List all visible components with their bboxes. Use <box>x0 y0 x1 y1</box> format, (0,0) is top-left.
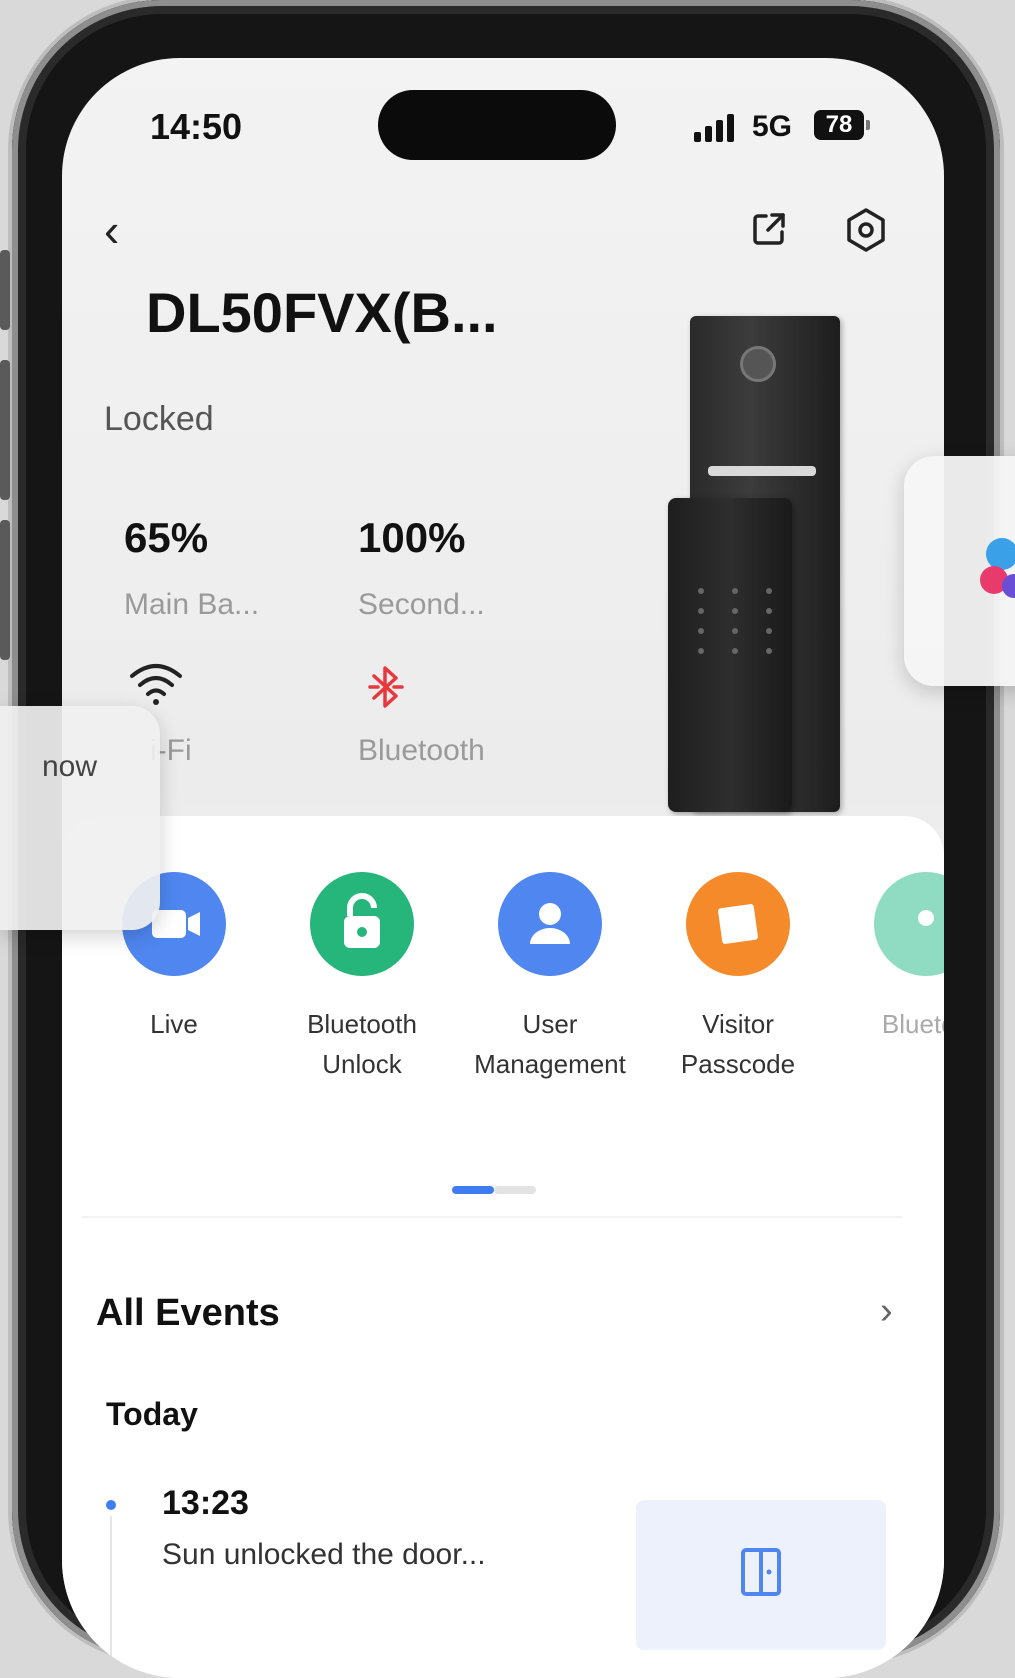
unlock-icon <box>310 872 414 976</box>
smart-lock-keypad-panel <box>668 498 792 812</box>
lock-light-strip <box>708 466 816 476</box>
phone-screen: 14:50 5G 78 ‹ DL50FVX(B... Locked 65% Ma… <box>62 58 944 1678</box>
device-controls-card: Live Bluetooth Unlock User Management Vi… <box>62 816 944 1678</box>
status-time: 14:50 <box>150 106 243 147</box>
battery-icon: 78 <box>814 110 864 140</box>
network-type: 5G <box>752 110 793 143</box>
lock-keypad <box>690 588 780 654</box>
notification-overlay[interactable]: now <box>0 706 160 930</box>
bluetooth-key-icon <box>874 872 944 976</box>
event-time: 13:23 <box>162 1484 249 1522</box>
action-user-management-label: User Management <box>474 1009 626 1079</box>
phone-side-button <box>0 360 10 500</box>
passcode-card-icon <box>686 872 790 976</box>
event-description[interactable]: Sun unlocked the door... <box>162 1538 486 1572</box>
action-bluetooth-key-label: Bluetod <box>881 1009 944 1039</box>
action-bluetooth-unlock-label: Bluetooth Unlock <box>307 1009 417 1079</box>
event-thumbnail[interactable] <box>636 1500 886 1650</box>
chevron-right-icon[interactable]: › <box>880 1290 893 1333</box>
action-visitor-passcode-label: Visitor Passcode <box>680 1009 796 1079</box>
phone-side-button <box>0 250 10 330</box>
action-live-label: Live <box>150 1009 198 1039</box>
lock-camera <box>740 346 776 382</box>
app-logo-icon <box>980 538 1015 598</box>
action-bluetooth-unlock[interactable]: Bluetooth Unlock <box>272 872 452 1084</box>
device-title: DL50FVX(B... <box>146 281 498 344</box>
bluetooth-label: Bluetooth <box>358 734 485 767</box>
main-battery-label: Main Ba... <box>124 588 260 621</box>
lock-status: Locked <box>104 400 214 438</box>
main-battery-value: 65% <box>124 514 209 561</box>
notification-text: now <box>42 750 98 783</box>
wifi-icon <box>128 662 184 711</box>
second-battery-value: 100% <box>358 514 466 561</box>
door-icon <box>741 1548 781 1596</box>
action-bluetooth-key[interactable]: Bluetod <box>836 872 944 1044</box>
action-user-management[interactable]: User Management <box>460 872 640 1084</box>
back-button[interactable]: ‹ <box>104 206 144 254</box>
second-battery-label: Second... <box>358 588 485 621</box>
divider <box>82 1216 902 1218</box>
app-logo-overlay[interactable] <box>904 456 1015 686</box>
signal-icon <box>694 112 734 142</box>
event-group-today: Today <box>106 1396 198 1432</box>
action-visitor-passcode[interactable]: Visitor Passcode <box>648 872 828 1084</box>
battery-tip <box>866 120 870 130</box>
all-events-title[interactable]: All Events <box>96 1292 280 1335</box>
pager-indicator <box>452 1186 536 1194</box>
user-icon <box>498 872 602 976</box>
timeline-dot <box>106 1500 116 1510</box>
dynamic-island <box>378 90 616 160</box>
settings-gear-icon[interactable] <box>842 206 890 254</box>
timeline-line <box>110 1516 112 1678</box>
phone-side-button <box>0 520 10 660</box>
share-icon[interactable] <box>750 210 788 248</box>
bluetooth-icon <box>366 662 406 717</box>
